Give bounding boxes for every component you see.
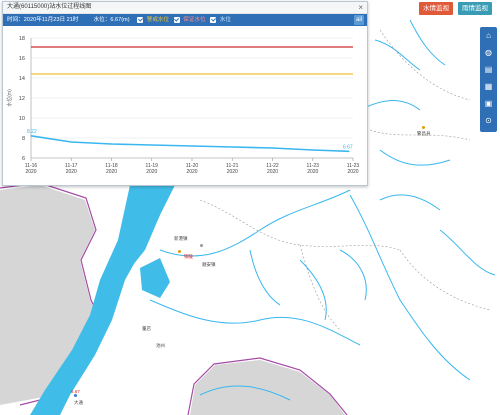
- close-icon[interactable]: ×: [358, 2, 363, 13]
- guarantee-level-legend: 保证水位: [183, 17, 206, 23]
- water-level-point: [70, 141, 72, 143]
- water-level-point: [231, 146, 233, 148]
- globe-icon[interactable]: ◍: [482, 46, 495, 59]
- x-tick-year: 2020: [307, 169, 318, 175]
- alert-level-checkbox[interactable]: [137, 17, 144, 23]
- x-tick-year: 2020: [25, 169, 36, 175]
- x-tick-year: 2020: [267, 169, 278, 175]
- x-tick-year: 2020: [227, 169, 238, 175]
- panel-title: 大通(60115000)站水位过程线图: [7, 4, 92, 10]
- water-level-point: [30, 135, 32, 137]
- map-label-chizhou: 池州: [156, 343, 165, 348]
- end-value-label: 6.67: [343, 144, 353, 150]
- location-icon[interactable]: ⊙: [482, 114, 495, 127]
- alert-level-legend: 警戒水位: [146, 17, 170, 23]
- town-marker: [422, 126, 425, 129]
- info-bar: 时间：2020年11月23日 21时 水位：6.67(m) 警戒水位 保证水位 …: [3, 14, 367, 26]
- water-monitor-button[interactable]: 水情监视: [419, 2, 453, 15]
- map-label-dongdian: 董店: [142, 326, 151, 331]
- y-axis-title: 水位(m): [6, 89, 13, 107]
- y-tick-label: 12: [19, 96, 25, 102]
- water-level-legend: 水位: [219, 17, 231, 23]
- map-label-datong: 大通: [74, 400, 83, 405]
- water-level-point: [312, 149, 314, 151]
- y-tick-label: 14: [19, 76, 25, 82]
- x-tick-year: 2020: [146, 169, 157, 175]
- panel-title-bar: 大通(60115000)站水位过程线图 ×: [3, 2, 367, 14]
- y-tick-label: 6: [22, 156, 25, 162]
- y-tick-label: 10: [19, 116, 25, 122]
- water-level-point: [110, 143, 113, 145]
- level-label: 水位：6.67(m): [93, 17, 130, 23]
- map-label-fanchang: 繁昌县: [417, 131, 431, 136]
- water-level-chart: 681012141618水位(m)11-16202011-17202011-18…: [6, 36, 359, 175]
- x-tick-year: 2020: [66, 169, 77, 175]
- x-tick-year: 2020: [186, 169, 197, 175]
- statistics-button[interactable]: ail: [354, 15, 364, 25]
- hydrograph-panel: 大通(60115000)站水位过程线图 × 时间：2020年11月23日 21时…: [2, 1, 368, 186]
- document-icon[interactable]: ▦: [482, 80, 495, 93]
- town-marker: [178, 250, 181, 253]
- water-level-point: [271, 147, 274, 149]
- water-level-point: [191, 145, 193, 147]
- river-lake: [140, 258, 170, 298]
- x-tick-year: 2020: [347, 169, 358, 175]
- map-label-tongling: 铜陵: [184, 254, 193, 259]
- time-label: 时间：2020年11月23日 21时: [7, 17, 79, 23]
- map-label-shunan: 顺安镇: [202, 262, 216, 267]
- water-level-checkbox[interactable]: [210, 17, 217, 23]
- start-value-label: 8.22: [27, 129, 37, 135]
- home-icon[interactable]: ⌂: [482, 29, 495, 42]
- y-tick-label: 16: [19, 56, 25, 62]
- water-level-point: [151, 144, 153, 146]
- station-marker[interactable]: [74, 394, 77, 397]
- y-tick-label: 18: [19, 36, 25, 42]
- image-icon[interactable]: ▣: [482, 97, 495, 110]
- y-tick-label: 8: [22, 136, 25, 142]
- town-marker: [200, 244, 203, 247]
- rain-monitor-button[interactable]: 雨情监视: [458, 2, 492, 15]
- layers-icon[interactable]: ▤: [482, 63, 495, 76]
- water-level-point: [348, 150, 350, 152]
- map-toolbar: ⌂ ◍ ▤ ▦ ▣ ⊙: [480, 27, 497, 132]
- guarantee-level-checkbox[interactable]: [173, 17, 180, 23]
- x-tick-year: 2020: [106, 169, 117, 175]
- map-label-xingang: 新港镇: [174, 236, 188, 241]
